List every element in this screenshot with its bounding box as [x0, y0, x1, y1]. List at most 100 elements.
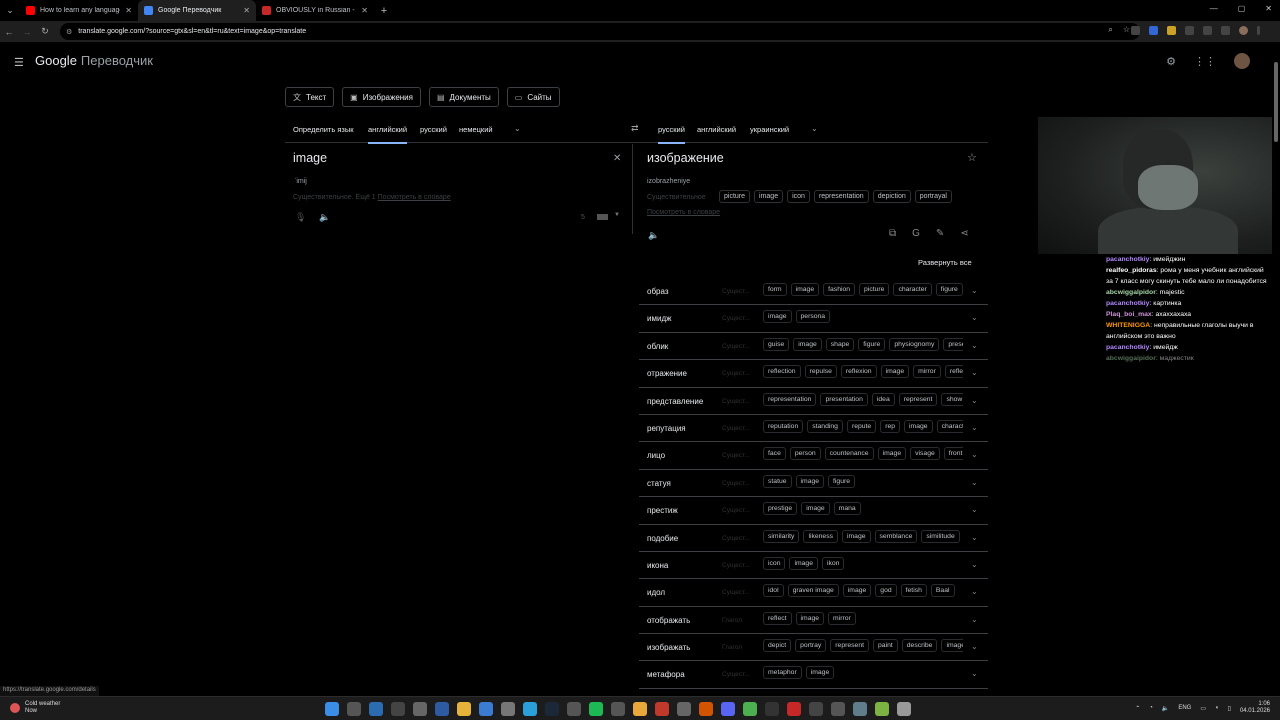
- synonym-chip[interactable]: shape: [825, 337, 855, 351]
- dictionary-row[interactable]: лицо Сущест... face person countenance image v…: [639, 442, 988, 470]
- spotify-icon[interactable]: [589, 702, 603, 716]
- bookmark-star-icon[interactable]: ☆: [1123, 25, 1130, 35]
- expand-row-chevron-icon[interactable]: ⌄: [971, 450, 978, 459]
- close-tab-icon[interactable]: ✕: [243, 6, 250, 15]
- dictionary-row[interactable]: идол Сущест... idol graven image image god fet…: [639, 579, 988, 607]
- synonym-chip[interactable]: mirror: [913, 365, 941, 379]
- synonym-chip[interactable]: image: [880, 365, 910, 379]
- app-icon[interactable]: [655, 702, 669, 716]
- expand-row-chevron-icon[interactable]: ⌄: [971, 478, 978, 487]
- expand-row-chevron-icon[interactable]: ⌄: [971, 560, 978, 569]
- speaker-icon[interactable]: ◖: [1215, 705, 1219, 711]
- tab-google-translate[interactable]: Google Переводчик ✕: [138, 0, 256, 21]
- clock[interactable]: 1:06 04.01.2026: [1240, 701, 1270, 715]
- source-lang-detect[interactable]: Определить язык: [293, 125, 354, 134]
- synonym-chip[interactable]: image: [801, 502, 830, 516]
- dictionary-row[interactable]: репутация Сущест... reputation standing repu…: [639, 415, 988, 443]
- dictionary-row[interactable]: изображать Глагол depict portray represent pa…: [639, 634, 988, 662]
- rate-translation-icon[interactable]: ✎: [936, 228, 944, 239]
- app-icon[interactable]: [809, 702, 823, 716]
- synonym-chip[interactable]: repulse: [804, 365, 837, 379]
- synonym-chip[interactable]: prestige: [763, 502, 798, 516]
- synonym-chip[interactable]: persona: [795, 310, 831, 324]
- alt-chip[interactable]: image: [754, 190, 784, 203]
- close-window-icon[interactable]: ✕: [1265, 4, 1272, 13]
- synonym-chip[interactable]: mana: [833, 502, 861, 516]
- dictionary-row[interactable]: имидж Сущест... image persona ⌄: [639, 305, 988, 333]
- source-dict-link[interactable]: Посмотреть в словаре: [378, 194, 451, 201]
- synonym-chip[interactable]: likeness: [803, 529, 838, 543]
- display-icon[interactable]: ▭: [1200, 705, 1206, 712]
- synonym-chip[interactable]: image: [877, 447, 907, 461]
- account-avatar[interactable]: [1234, 53, 1250, 69]
- synonym-chip[interactable]: image: [795, 474, 825, 488]
- synonym-chip[interactable]: presentation: [820, 392, 868, 406]
- volume-icon[interactable]: 🔈: [1162, 705, 1169, 712]
- synonym-chip[interactable]: countenance: [824, 447, 874, 461]
- target-dict-link[interactable]: Посмотреть в словаре: [647, 209, 720, 216]
- synonym-chip[interactable]: image: [793, 337, 822, 351]
- dictionary-row[interactable]: образ Сущест... form image fashion picture cha…: [639, 278, 988, 306]
- synonym-chip[interactable]: figure: [828, 474, 856, 488]
- extensions-puzzle-icon[interactable]: [1185, 26, 1194, 35]
- share-icon[interactable]: ⋖: [960, 228, 968, 239]
- synonym-chip[interactable]: visage: [910, 447, 940, 461]
- synonym-chip[interactable]: image: [795, 611, 825, 625]
- expand-row-chevron-icon[interactable]: ⌄: [971, 313, 978, 322]
- synonym-chip[interactable]: front: [943, 447, 963, 461]
- synonym-chip[interactable]: semblance: [874, 529, 918, 543]
- google-search-icon[interactable]: G: [912, 228, 920, 239]
- expand-row-chevron-icon[interactable]: ⌄: [971, 341, 978, 350]
- synonym-chip[interactable]: representation: [763, 392, 817, 406]
- alt-chip[interactable]: portrayal: [914, 190, 952, 203]
- keyboard-icon[interactable]: [597, 214, 608, 220]
- synonym-chip[interactable]: face: [763, 447, 786, 461]
- synonym-chip[interactable]: depict: [763, 639, 792, 653]
- alt-chip[interactable]: picture: [719, 190, 751, 203]
- maximize-icon[interactable]: ▢: [1238, 4, 1246, 13]
- synonym-chip[interactable]: form: [763, 283, 787, 296]
- expand-all-button[interactable]: Развернуть все: [918, 258, 972, 267]
- synonym-chip[interactable]: describe: [901, 639, 938, 653]
- source-lang-more-chevron-icon[interactable]: ⌄: [514, 124, 521, 133]
- dictionary-row[interactable]: подобие Сущест... similarity likeness image s…: [639, 525, 988, 552]
- synonym-chip[interactable]: similarity: [763, 529, 800, 543]
- synonym-chip[interactable]: standing: [807, 419, 843, 433]
- back-icon[interactable]: ←: [0, 27, 18, 37]
- app-icon[interactable]: [435, 702, 449, 716]
- synonym-chip[interactable]: graven image: [787, 584, 839, 598]
- listen-source-icon[interactable]: 🔈: [319, 212, 330, 223]
- synonym-chip[interactable]: image: [842, 584, 872, 598]
- split-view-icon[interactable]: [1221, 26, 1230, 35]
- tab-youtube[interactable]: How to learn any language in o ✕: [20, 0, 138, 21]
- dictionary-row[interactable]: статуя Сущест... statue image figure ⌄: [639, 470, 988, 498]
- source-lang-english[interactable]: английский: [368, 125, 408, 144]
- expand-row-chevron-icon[interactable]: ⌄: [971, 587, 978, 596]
- app-icon[interactable]: [413, 702, 427, 716]
- url-field[interactable]: ⚙ translate.google.com/?source=gtx&sl=en…: [60, 23, 1140, 40]
- target-lang-ukrainian[interactable]: украинский: [750, 125, 789, 134]
- source-lang-russian[interactable]: русский: [420, 125, 447, 134]
- expand-row-chevron-icon[interactable]: ⌄: [971, 669, 978, 678]
- target-lang-english[interactable]: английский: [697, 125, 736, 134]
- synonym-chip[interactable]: icon: [763, 556, 786, 570]
- reload-icon[interactable]: ↻: [36, 26, 54, 37]
- app-icon[interactable]: [853, 702, 867, 716]
- synonym-chip[interactable]: image: [941, 639, 963, 653]
- alt-chip[interactable]: icon: [787, 190, 810, 203]
- app-icon[interactable]: [369, 702, 383, 716]
- site-info-icon[interactable]: ⚙: [66, 28, 72, 36]
- synonym-chip[interactable]: reflection: [763, 365, 801, 379]
- synonym-chip[interactable]: person: [789, 447, 821, 461]
- expand-row-chevron-icon[interactable]: ⌄: [971, 396, 978, 405]
- target-lang-more-chevron-icon[interactable]: ⌄: [811, 124, 818, 133]
- expand-row-chevron-icon[interactable]: ⌄: [971, 286, 978, 295]
- expand-row-chevron-icon[interactable]: ⌄: [971, 533, 978, 542]
- save-translation-star-icon[interactable]: ☆: [967, 151, 977, 164]
- profile-avatar[interactable]: [1239, 26, 1248, 35]
- synonym-chip[interactable]: similitude: [921, 529, 960, 543]
- synonym-chip[interactable]: represent: [898, 392, 938, 406]
- synonym-chip[interactable]: image: [842, 529, 871, 543]
- new-tab-icon[interactable]: +: [374, 5, 394, 17]
- dictionary-row[interactable]: отображать Глагол reflect image mirror ⌄: [639, 607, 988, 635]
